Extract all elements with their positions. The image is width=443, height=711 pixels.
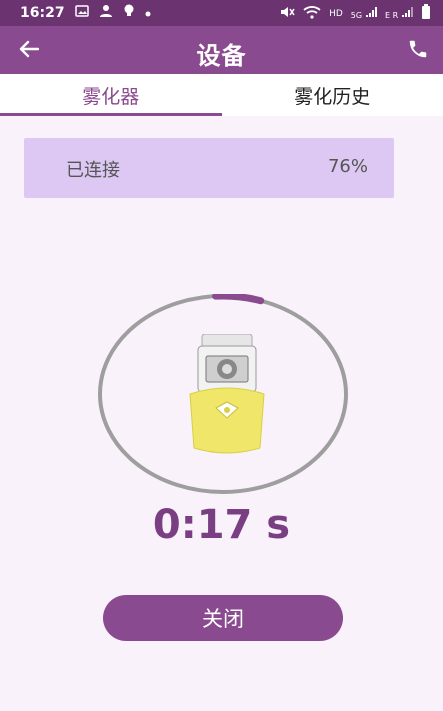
app-bar: 设备 (0, 26, 443, 74)
status-bar: 16:27 HD 5G E R (0, 0, 443, 26)
nebulizer-device-image (188, 333, 266, 456)
device-status-card: 已连接 76% (24, 138, 394, 198)
image-icon (74, 5, 89, 21)
signal-icon: 5G (351, 6, 377, 21)
tab-history[interactable]: 雾化历史 (222, 74, 443, 116)
signal-5g-label: 5G (350, 11, 363, 20)
battery-level: 76% (327, 156, 368, 177)
tab-bar: 雾化器 雾化历史 (0, 74, 443, 116)
close-button[interactable]: 关闭 (103, 595, 343, 641)
hd-icon: HD (329, 8, 343, 19)
phone-button[interactable] (407, 38, 431, 62)
status-right-icons: HD 5G E R (279, 4, 431, 23)
status-left-icons (74, 4, 151, 22)
battery-icon (421, 4, 431, 23)
signal-er-label: E R (384, 11, 399, 20)
timer-display: 0:17 s (152, 502, 291, 548)
tab-nebulizer-label: 雾化器 (82, 85, 140, 108)
status-time: 16:27 (20, 5, 65, 21)
dot-icon (145, 5, 151, 21)
signal-icon-2: E R (385, 6, 413, 21)
wifi-icon (303, 5, 321, 22)
progress-arc (212, 294, 265, 305)
user-icon (99, 4, 113, 22)
page-title: 设备 (196, 42, 247, 70)
connection-status: 已连接 (66, 160, 120, 181)
mute-icon (279, 5, 295, 22)
phone-icon (409, 40, 427, 58)
tab-history-label: 雾化历史 (294, 85, 371, 108)
bulb-icon (123, 4, 135, 22)
tab-nebulizer[interactable]: 雾化器 (0, 74, 222, 116)
